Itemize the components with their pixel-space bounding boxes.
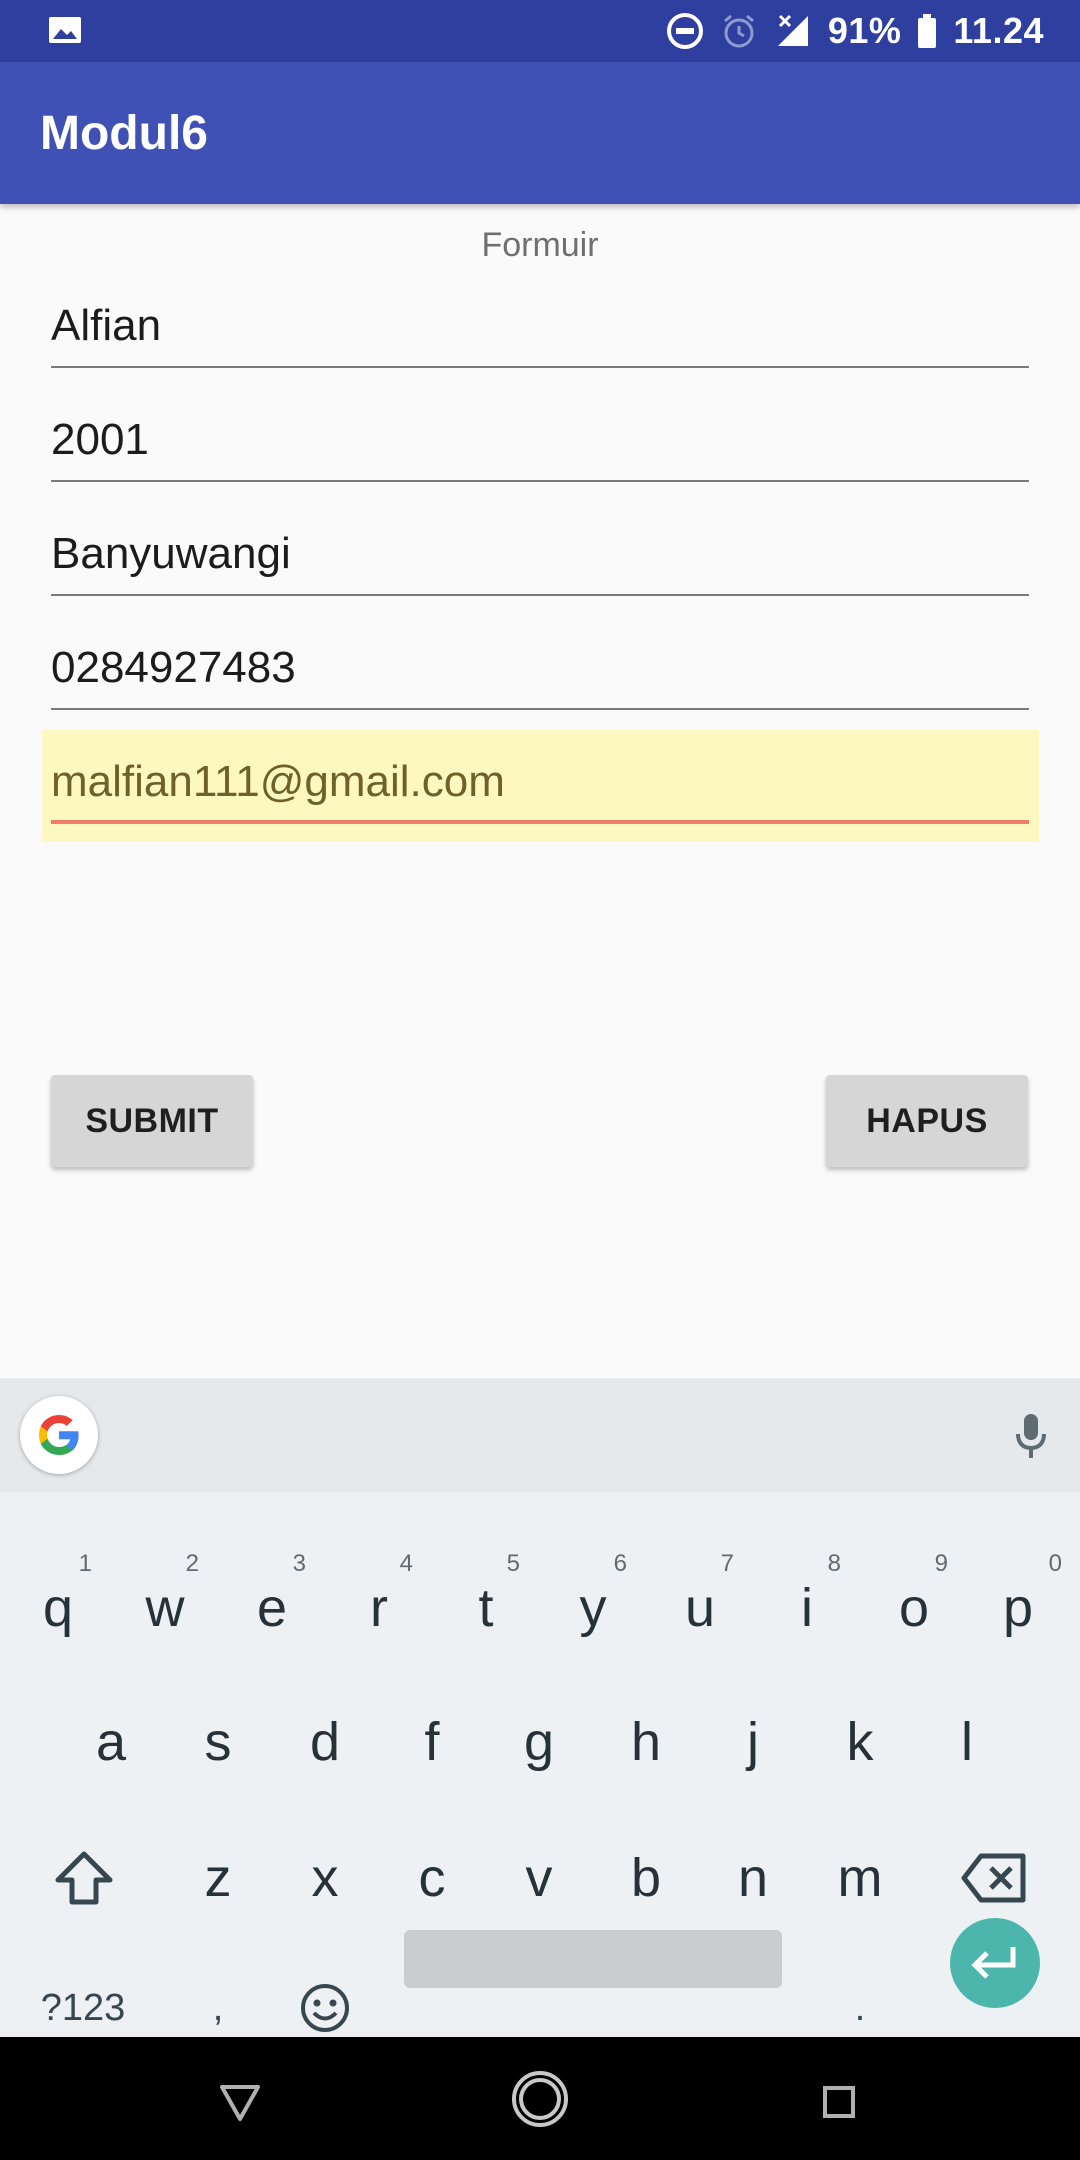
battery-icon bbox=[917, 14, 937, 48]
key-z[interactable]: z bbox=[168, 1828, 268, 1928]
field-underline bbox=[51, 594, 1029, 596]
submit-button[interactable]: SUBMIT bbox=[51, 1075, 253, 1167]
key-w[interactable]: w2 bbox=[115, 1550, 215, 1658]
enter-icon bbox=[971, 1947, 1016, 1979]
year-input[interactable] bbox=[51, 404, 1029, 476]
key-x[interactable]: x bbox=[275, 1828, 375, 1928]
key-j[interactable]: j bbox=[703, 1692, 803, 1792]
email-input[interactable] bbox=[51, 746, 1029, 818]
city-field[interactable] bbox=[51, 518, 1029, 596]
app-bar: Modul6 bbox=[0, 62, 1080, 204]
shift-key[interactable] bbox=[34, 1828, 134, 1928]
key-p[interactable]: p0 bbox=[968, 1550, 1068, 1658]
email-field[interactable] bbox=[51, 746, 1029, 824]
field-underline-active bbox=[51, 820, 1029, 824]
do-not-disturb-icon bbox=[666, 12, 704, 50]
phone-input[interactable] bbox=[51, 632, 1029, 704]
key-r[interactable]: r4 bbox=[329, 1550, 429, 1658]
key-b[interactable]: b bbox=[596, 1828, 696, 1928]
key-v[interactable]: v bbox=[489, 1828, 589, 1928]
recents-icon[interactable] bbox=[822, 2085, 856, 2119]
key-k[interactable]: k bbox=[810, 1692, 910, 1792]
key-f[interactable]: f bbox=[382, 1692, 482, 1792]
name-input[interactable] bbox=[51, 290, 1029, 362]
keyboard-suggestion-strip bbox=[0, 1378, 1080, 1492]
field-underline bbox=[51, 480, 1029, 482]
gallery-icon bbox=[49, 17, 81, 43]
space-key[interactable] bbox=[404, 1930, 782, 1988]
battery-percent: 91% bbox=[827, 10, 902, 51]
signal-icon bbox=[774, 12, 812, 50]
backspace-icon bbox=[961, 1853, 1026, 1903]
key-h[interactable]: h bbox=[596, 1692, 696, 1792]
alarm-icon bbox=[720, 12, 758, 50]
key-c[interactable]: c bbox=[382, 1828, 482, 1928]
keyboard-row-2: a s d f g h j k l bbox=[0, 1692, 1080, 1792]
home-icon[interactable] bbox=[510, 2069, 570, 2129]
key-i[interactable]: i8 bbox=[757, 1550, 857, 1658]
key-e[interactable]: e3 bbox=[222, 1550, 322, 1658]
delete-button[interactable]: HAPUS bbox=[826, 1075, 1028, 1167]
name-field[interactable] bbox=[51, 290, 1029, 368]
phone-field[interactable] bbox=[51, 632, 1029, 710]
key-g[interactable]: g bbox=[489, 1692, 589, 1792]
key-l[interactable]: l bbox=[917, 1692, 1017, 1792]
key-o[interactable]: o9 bbox=[864, 1550, 964, 1658]
field-underline bbox=[51, 366, 1029, 368]
backspace-key[interactable] bbox=[944, 1828, 1044, 1928]
form-heading: Formuir bbox=[481, 226, 599, 264]
key-t[interactable]: t5 bbox=[436, 1550, 536, 1658]
field-underline bbox=[51, 708, 1029, 710]
enter-key[interactable] bbox=[950, 1918, 1040, 2008]
key-m[interactable]: m bbox=[810, 1828, 910, 1928]
google-icon[interactable] bbox=[20, 1396, 98, 1474]
key-n[interactable]: n bbox=[703, 1828, 803, 1928]
key-q[interactable]: q1 bbox=[8, 1550, 108, 1658]
back-icon[interactable] bbox=[218, 2083, 262, 2123]
emoji-icon bbox=[301, 1984, 349, 2032]
year-field[interactable] bbox=[51, 404, 1029, 482]
key-y[interactable]: y6 bbox=[543, 1550, 643, 1658]
microphone-icon[interactable] bbox=[1014, 1412, 1048, 1460]
navigation-bar bbox=[0, 2037, 1080, 2160]
app-title: Modul6 bbox=[40, 107, 208, 160]
shift-icon bbox=[55, 1851, 113, 1905]
status-bar: 91% 11.24 bbox=[0, 0, 1080, 62]
key-s[interactable]: s bbox=[168, 1692, 268, 1792]
city-input[interactable] bbox=[51, 518, 1029, 590]
key-a[interactable]: a bbox=[61, 1692, 161, 1792]
keyboard-row-1: q1 w2 e3 r4 t5 y6 u7 i8 o9 p0 bbox=[0, 1550, 1080, 1658]
key-u[interactable]: u7 bbox=[650, 1550, 750, 1658]
key-d[interactable]: d bbox=[275, 1692, 375, 1792]
keyboard-row-3: z x c v b n m bbox=[0, 1828, 1080, 1928]
clock: 11.24 bbox=[953, 10, 1044, 51]
